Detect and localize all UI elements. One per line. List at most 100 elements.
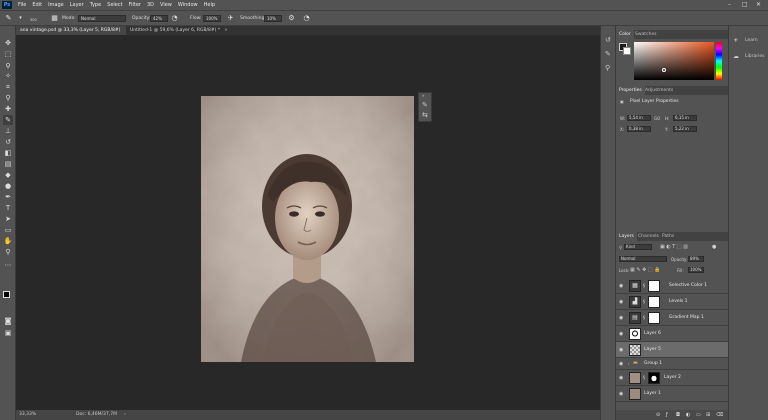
hue-slider[interactable] xyxy=(716,42,722,80)
visibility-eye-icon[interactable]: ◉ xyxy=(619,331,625,337)
collapse-icon[interactable]: » xyxy=(422,93,424,98)
history-brush-tool-icon[interactable]: ↺ xyxy=(3,137,13,147)
visibility-eye-icon[interactable]: ◉ xyxy=(619,315,625,321)
libraries-icon[interactable]: ☁ xyxy=(733,53,739,60)
status-arrow-icon[interactable]: › xyxy=(124,410,126,420)
screen-mode-icon[interactable]: ▣ xyxy=(3,328,13,338)
adjustment-layer-icon[interactable]: ◐ xyxy=(686,410,690,420)
menu-layer[interactable]: Layer xyxy=(67,2,87,8)
layer-row-layer-1[interactable]: ◉ Layer 1 xyxy=(616,386,728,402)
layer-thumbnail[interactable] xyxy=(629,372,641,384)
more-tools-icon[interactable]: ⋯ xyxy=(3,260,13,270)
menu-view[interactable]: View xyxy=(157,2,175,8)
brush-settings-icon[interactable]: ▦ xyxy=(50,14,59,23)
path-select-tool-icon[interactable]: ➤ xyxy=(3,214,13,224)
tab-channels[interactable]: Channels xyxy=(635,232,662,241)
brush-panel-icon[interactable]: ✎ xyxy=(605,50,611,58)
libraries-label[interactable]: Libraries xyxy=(745,54,764,59)
link-chain-icon[interactable]: § xyxy=(643,375,645,380)
brush-settings-panel-icon[interactable]: ✎ xyxy=(422,101,428,109)
lock-icons[interactable]: ▦ ✎ ✥ ⬚ 🔒 xyxy=(630,267,660,273)
quick-mask-icon[interactable]: ◙ xyxy=(3,316,13,326)
blur-tool-icon[interactable]: ◆ xyxy=(3,170,13,180)
layer-row-levels[interactable]: ◉ ▟ § Levels 1 xyxy=(616,294,728,310)
menu-window[interactable]: Window xyxy=(175,2,201,8)
stamp-tool-icon[interactable]: ⊥ xyxy=(3,126,13,136)
tab-swatches[interactable]: Swatches xyxy=(632,30,660,39)
healing-tool-icon[interactable]: ✚ xyxy=(3,104,13,114)
learn-icon[interactable]: ☀ xyxy=(733,37,738,44)
menu-file[interactable]: File xyxy=(15,2,29,8)
layer-row-group-1[interactable]: ◉ › ▬ Group 1 xyxy=(616,358,728,370)
brush-preset-icon[interactable]: ▾ xyxy=(16,14,25,23)
visibility-eye-icon[interactable]: ◉ xyxy=(619,375,625,381)
layer-thumbnail[interactable] xyxy=(629,344,641,356)
pen-tool-icon[interactable]: ✒ xyxy=(3,192,13,202)
layer-row-layer-6[interactable]: ◉ Layer 6 xyxy=(616,326,728,342)
layer-mask-thumbnail[interactable] xyxy=(648,372,660,384)
opacity-input[interactable]: 42% xyxy=(150,15,168,22)
layer-thumbnail[interactable] xyxy=(629,388,641,400)
link-label[interactable]: GO xyxy=(654,116,660,121)
color-bg-swatch[interactable] xyxy=(623,47,631,55)
link-chain-icon[interactable]: § xyxy=(643,283,645,288)
quick-select-tool-icon[interactable]: ✧ xyxy=(3,71,13,81)
type-tool-icon[interactable]: T xyxy=(3,203,13,213)
filter-toggle-icon[interactable]: ● xyxy=(712,244,716,250)
menu-3d[interactable]: 3D xyxy=(144,2,157,8)
zoom-level[interactable]: 33,33% xyxy=(19,410,36,420)
layer-mask-thumbnail[interactable] xyxy=(648,296,660,308)
zoom-tool-icon[interactable]: ⚲ xyxy=(3,247,13,257)
tab-properties[interactable]: Properties xyxy=(616,86,645,95)
layer-row-selective-color[interactable]: ◉ ▦ § Selective Color 1 xyxy=(616,278,728,294)
pressure-size-icon[interactable]: ◔ xyxy=(302,14,311,23)
menu-edit[interactable]: Edit xyxy=(29,2,45,8)
tab-untitled-1[interactable]: Untitled-1 @ 59,6% (Layer 6, RGB/8#) * × xyxy=(126,26,230,35)
document-canvas[interactable] xyxy=(201,96,414,362)
x-input[interactable]: 0,38 in xyxy=(627,126,651,132)
new-layer-icon[interactable]: ⊞ xyxy=(706,410,710,420)
visibility-eye-icon[interactable]: ◉ xyxy=(619,347,625,353)
fx-icon[interactable]: ƒ xyxy=(666,410,668,420)
add-mask-icon[interactable]: ◘ xyxy=(676,410,680,420)
eyedropper-tool-icon[interactable]: ⚲ xyxy=(3,93,13,103)
new-group-icon[interactable]: ▭ xyxy=(696,410,701,420)
clone-panel-icon[interactable]: ⚲ xyxy=(605,64,610,72)
layer-mask-thumbnail[interactable] xyxy=(648,312,660,324)
crop-tool-icon[interactable]: ⌗ xyxy=(3,82,13,92)
menu-help[interactable]: Help xyxy=(201,2,218,8)
foreground-color-swatch[interactable] xyxy=(3,291,10,298)
tab-adjustments[interactable]: Adjustments xyxy=(642,86,676,95)
flow-input[interactable]: 100% xyxy=(203,15,221,22)
dodge-tool-icon[interactable]: ● xyxy=(3,181,13,191)
layer-row-layer-5[interactable]: ◉ Layer 5 xyxy=(616,342,728,358)
learn-label[interactable]: Learn xyxy=(745,38,758,43)
link-chain-icon[interactable]: § xyxy=(643,315,645,320)
gradient-tool-icon[interactable]: ▤ xyxy=(3,159,13,169)
color-field[interactable] xyxy=(634,42,714,80)
height-input[interactable]: 6,15 in xyxy=(673,115,697,121)
layer-mask-thumbnail[interactable] xyxy=(648,280,660,292)
pressure-opacity-icon[interactable]: ◔ xyxy=(170,14,179,23)
menu-image[interactable]: Image xyxy=(45,2,67,8)
fill-input[interactable]: 100% xyxy=(688,267,704,273)
lasso-tool-icon[interactable]: ϙ xyxy=(3,60,13,70)
marquee-tool-icon[interactable]: ⬚ xyxy=(3,49,13,59)
menu-select[interactable]: Select xyxy=(104,2,125,8)
filter-type-icons[interactable]: ▣ ◐ T ⬚ ▥ xyxy=(660,244,688,250)
tab-paths[interactable]: Paths xyxy=(659,232,677,241)
close-tab-icon[interactable]: × xyxy=(224,28,228,33)
clone-source-panel-icon[interactable]: ⇆ xyxy=(422,111,428,119)
brush-tool-icon[interactable]: ✎ xyxy=(4,14,13,23)
menu-filter[interactable]: Filter xyxy=(126,2,144,8)
layer-row-gradient-map[interactable]: ◉ ▤ § Gradient Map 1 xyxy=(616,310,728,326)
color-picker-marker[interactable] xyxy=(662,68,666,72)
airbrush-icon[interactable]: ✈ xyxy=(226,14,235,23)
layer-thumbnail[interactable] xyxy=(629,328,641,340)
eraser-tool-icon[interactable]: ◧ xyxy=(3,148,13,158)
visibility-eye-icon[interactable]: ◉ xyxy=(619,391,625,397)
y-input[interactable]: 5,22 in xyxy=(673,126,697,132)
width-input[interactable]: 5,54 in xyxy=(627,115,651,121)
brush-tool-icon-left[interactable]: ✎ xyxy=(3,115,13,125)
visibility-eye-icon[interactable]: ◉ xyxy=(619,283,625,289)
